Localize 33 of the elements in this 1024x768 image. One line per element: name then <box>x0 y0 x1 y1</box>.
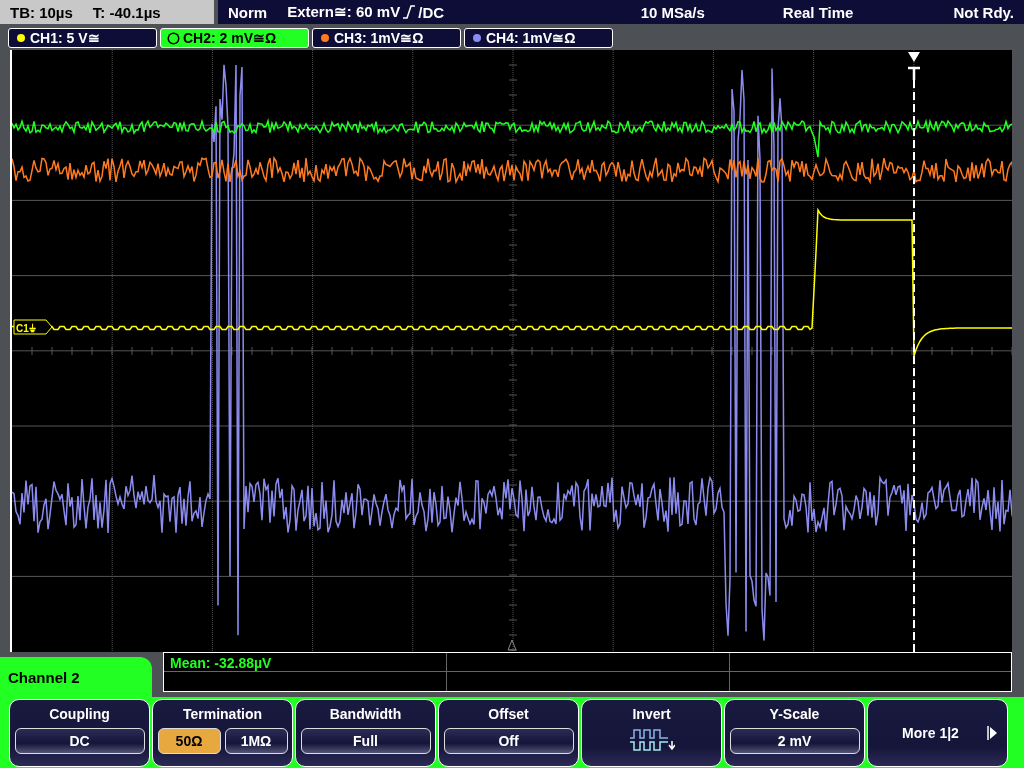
menu-title: Channel 2 <box>8 668 80 686</box>
softkey-value-button[interactable]: Off <box>443 728 574 754</box>
position-marker-icon <box>507 639 517 651</box>
softkey-label: Coupling <box>49 706 110 722</box>
channel-tab[interactable]: CH1: 5 V≅ <box>8 28 157 48</box>
timebase-readout: TB: 10µs <box>10 3 73 21</box>
trigger-source: Extern≅: 60 mV <box>287 3 401 21</box>
softkey-value-button[interactable]: Full <box>300 728 431 754</box>
softkey-label: Offset <box>488 706 529 722</box>
option-button[interactable]: 1MΩ <box>224 728 288 754</box>
channel-tab[interactable]: CH2: 2 mV≅Ω <box>160 28 309 48</box>
softkey-value-button[interactable]: DC <box>14 728 145 754</box>
acquisition-mode: Real Time <box>782 3 854 21</box>
next-page-icon <box>986 725 997 740</box>
sample-rate: 10 MSa/s <box>640 3 705 21</box>
softkey-label: Bandwidth <box>329 706 402 722</box>
trigger-state: Not Rdy. <box>953 3 1014 21</box>
softkey-label: Y-Scale <box>769 706 820 722</box>
invert-waveform-icon <box>628 728 675 752</box>
softkey-panel[interactable]: Invert <box>581 699 722 767</box>
rising-edge-icon <box>403 5 416 19</box>
channel-tab[interactable]: CH4: 1mV≅Ω <box>464 28 613 48</box>
trigger-coupling: /DC <box>418 3 445 21</box>
channel-tab[interactable]: CH3: 1mV≅Ω <box>312 28 461 48</box>
option-button[interactable]: 50Ω <box>157 728 221 754</box>
trigger-mode: Norm <box>228 3 268 21</box>
trigger-time-readout: T: -40.1µs <box>92 3 161 21</box>
more-button[interactable]: More 1|2 <box>867 699 1008 767</box>
softkey-value-button[interactable]: 2 mV <box>729 728 860 754</box>
measurement-readout: Mean: -32.88µV <box>170 655 272 671</box>
channel-marker: C1⏚ <box>13 319 53 335</box>
softkey-label: Invert <box>632 706 671 722</box>
softkey-label: Termination <box>182 706 263 722</box>
